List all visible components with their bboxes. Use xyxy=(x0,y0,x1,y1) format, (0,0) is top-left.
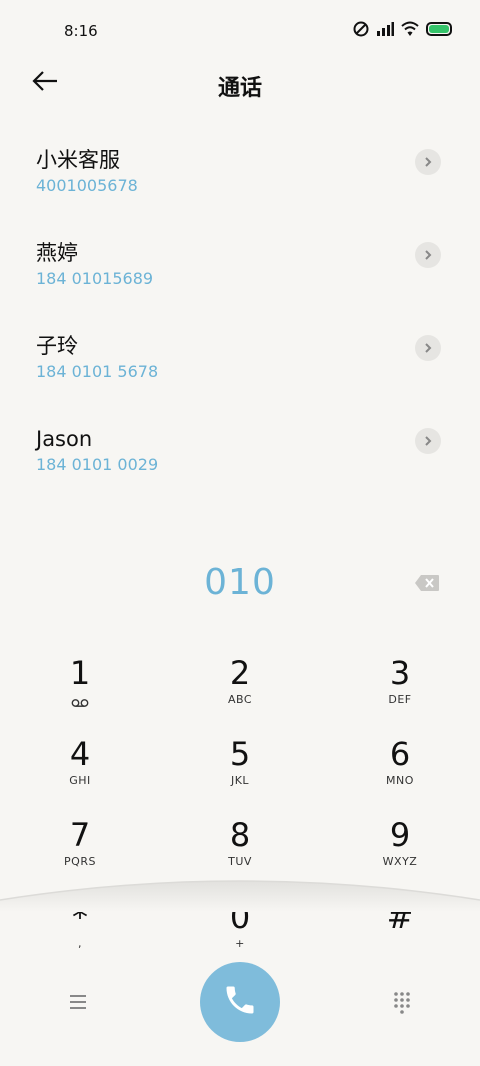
key-1[interactable]: 1 xyxy=(30,654,130,724)
key-digit: 6 xyxy=(389,735,411,773)
voicemail-icon xyxy=(30,693,130,712)
dial-display: 010 xyxy=(0,562,480,608)
call-button[interactable] xyxy=(200,962,280,1042)
contact-list: 小米客服 4001005678 燕婷 184 01015689 子玲 184 0… xyxy=(0,135,480,507)
contact-name: 燕婷 xyxy=(36,241,78,265)
contact-item[interactable]: 子玲 184 0101 5678 xyxy=(0,321,480,414)
key-digit: 2 xyxy=(229,654,251,692)
contact-number: 184 01015689 xyxy=(36,269,154,288)
backspace-button[interactable] xyxy=(414,574,440,592)
contact-details-button[interactable] xyxy=(415,149,441,175)
header: 通话 xyxy=(0,62,480,106)
key-letters: WXYZ xyxy=(382,855,418,868)
contact-details-button[interactable] xyxy=(415,242,441,268)
key-letters: + xyxy=(235,937,245,950)
key-letters: GHI xyxy=(69,774,91,787)
contact-item[interactable]: 小米客服 4001005678 xyxy=(0,135,480,228)
phone-icon xyxy=(222,982,258,1022)
key-digit: 1 xyxy=(69,654,91,692)
key-2[interactable]: 2 ABC xyxy=(190,654,290,724)
keypad-curve-divider xyxy=(0,872,480,912)
status-bar: 8:16 xyxy=(0,0,480,62)
contact-name: Jason xyxy=(36,427,93,451)
key-digit: 4 xyxy=(69,735,91,773)
backspace-icon xyxy=(414,575,440,596)
key-letters: ABC xyxy=(227,693,253,706)
chevron-right-icon xyxy=(423,339,433,358)
contact-item[interactable]: 燕婷 184 01015689 xyxy=(0,228,480,321)
key-digit: 9 xyxy=(389,816,411,854)
contact-name: 子玲 xyxy=(36,334,78,358)
key-letters: JKL xyxy=(230,774,250,787)
contact-number: 184 0101 0029 xyxy=(36,455,159,474)
key-digit: 3 xyxy=(389,654,411,692)
contact-item[interactable]: Jason 184 0101 0029 xyxy=(0,414,480,507)
contact-number: 4001005678 xyxy=(36,176,138,195)
wifi-icon xyxy=(401,21,419,37)
dialpad-toggle-button[interactable] xyxy=(390,990,414,1014)
key-letters: , xyxy=(78,937,82,950)
contact-details-button[interactable] xyxy=(415,428,441,454)
key-digit: 8 xyxy=(229,816,251,854)
dialpad-icon xyxy=(390,992,414,1018)
key-letters: TUV xyxy=(228,855,252,868)
key-5[interactable]: 5 JKL xyxy=(190,735,290,805)
signal-icon xyxy=(376,21,394,37)
status-icons xyxy=(353,21,452,37)
menu-button[interactable] xyxy=(66,990,90,1014)
contact-name: 小米客服 xyxy=(36,148,120,172)
battery-icon xyxy=(426,22,452,36)
status-time: 8:16 xyxy=(64,22,98,40)
chevron-right-icon xyxy=(423,246,433,265)
do-not-disturb-icon xyxy=(353,21,369,37)
page-title: 通话 xyxy=(217,76,262,101)
key-4[interactable]: 4 GHI xyxy=(30,735,130,805)
contact-number: 184 0101 5678 xyxy=(36,362,159,381)
key-letters: DEF xyxy=(388,693,412,706)
key-digit: 5 xyxy=(229,735,251,773)
chevron-right-icon xyxy=(423,432,433,451)
dialed-number[interactable]: 010 xyxy=(0,562,480,603)
contact-details-button[interactable] xyxy=(415,335,441,361)
chevron-right-icon xyxy=(423,153,433,172)
bottom-bar xyxy=(0,960,480,1044)
menu-icon xyxy=(66,995,90,1018)
key-letters: MNO xyxy=(386,774,414,787)
battery-fill xyxy=(429,25,449,33)
key-6[interactable]: 6 MNO xyxy=(350,735,450,805)
key-digit: 7 xyxy=(69,816,91,854)
key-3[interactable]: 3 DEF xyxy=(350,654,450,724)
key-letters: PQRS xyxy=(64,855,96,868)
